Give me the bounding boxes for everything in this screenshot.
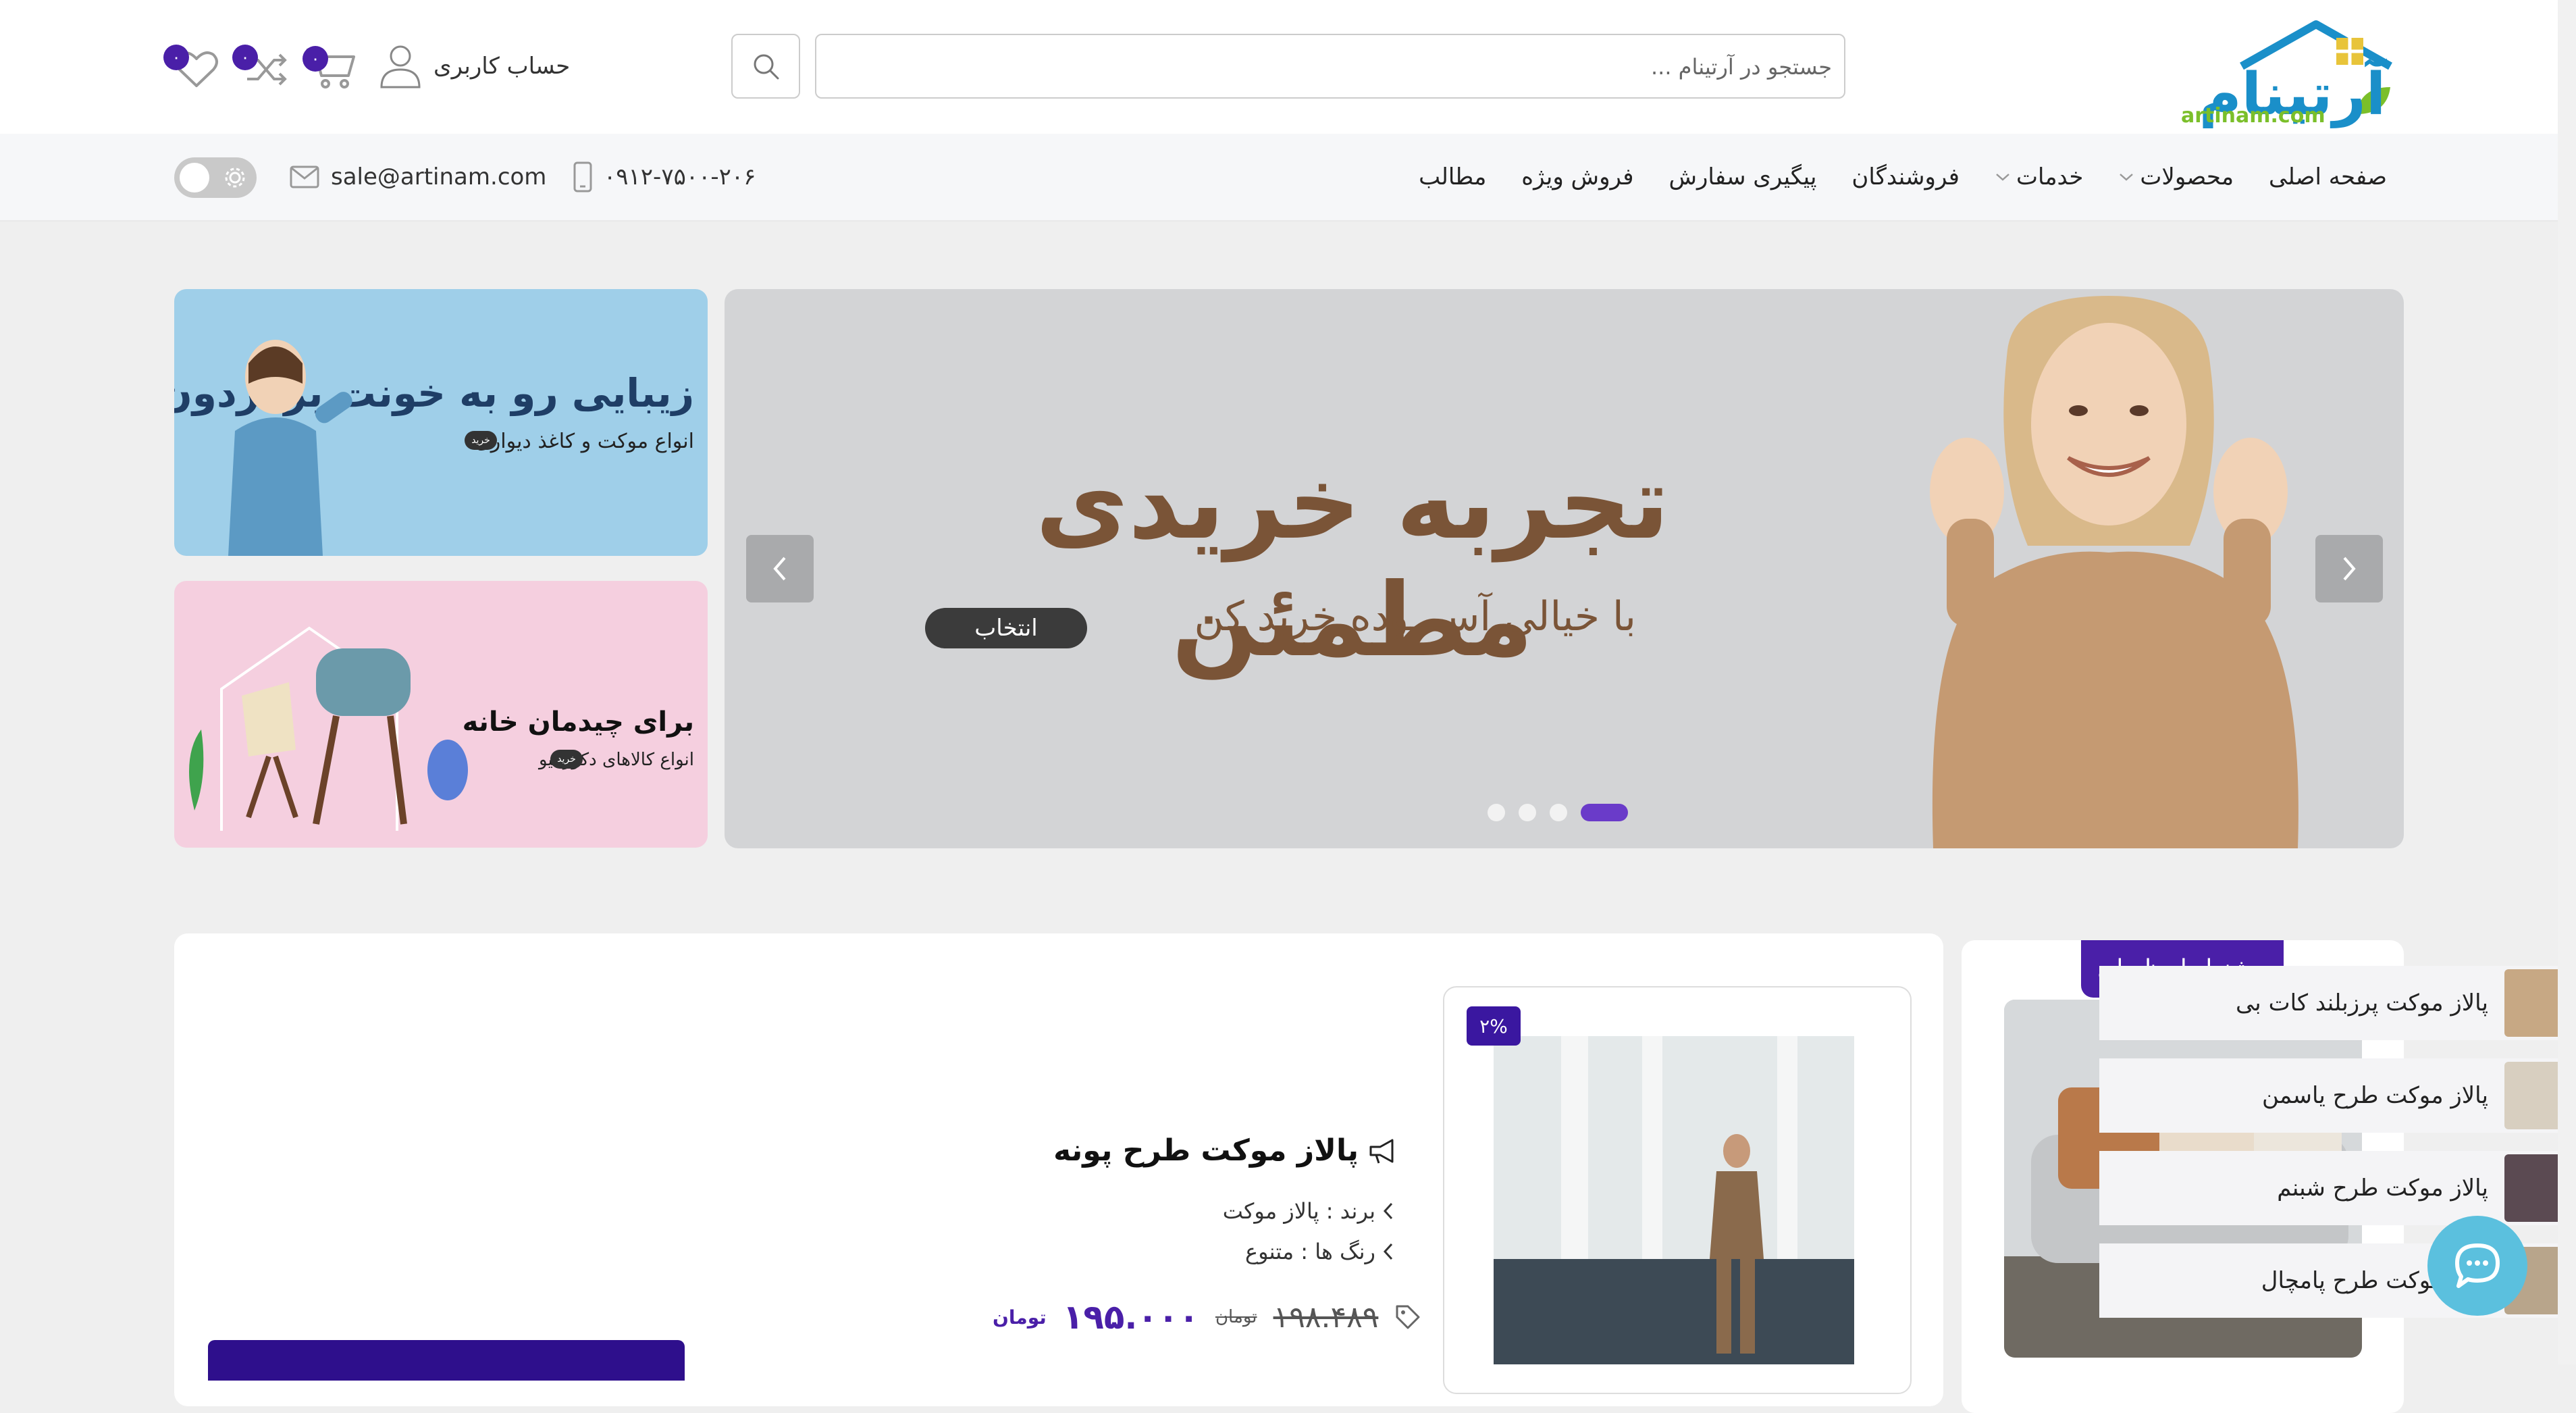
- chat-button[interactable]: [2427, 1216, 2527, 1316]
- megaphone-icon: [1369, 1139, 1394, 1163]
- slider-dot[interactable]: [1550, 804, 1567, 821]
- wishlist-count-badge: ۰: [163, 45, 189, 70]
- list-item-label: پالاز موکت طرح شبنم: [2277, 1175, 2488, 1202]
- list-item-label: پالاز موکت پرزبلند کات بی: [2235, 990, 2488, 1017]
- banner-buy-tag: خرید: [550, 750, 583, 769]
- cart-count-badge: ۰: [303, 46, 328, 72]
- site-logo[interactable]: آرتینام artinam.com: [2181, 19, 2404, 128]
- header: آرتینام artinam.com حساب کاربری ۰: [0, 0, 2576, 134]
- nav-item-label: پیگیری سفارش: [1668, 163, 1817, 190]
- nav-item-products[interactable]: محصولات: [2118, 163, 2234, 190]
- list-item[interactable]: پالاز موکت طرح شبنم: [2099, 1151, 2576, 1225]
- page-scrollbar[interactable]: [2558, 0, 2576, 1364]
- logo-domain: artinam.com: [2181, 104, 2325, 128]
- search-input[interactable]: [831, 35, 1833, 99]
- chevron-right-icon: [2343, 557, 2356, 581]
- nav-item-services[interactable]: خدمات: [1995, 163, 2083, 190]
- mail-icon: [290, 165, 319, 188]
- search-button[interactable]: [731, 34, 800, 99]
- decor-furniture-image: [189, 626, 468, 831]
- search-box: [815, 34, 1845, 99]
- banner-title: برای چیدمان خانه: [462, 706, 694, 738]
- banner-subtitle: انواع موکت و کاغذ دیواری: [475, 430, 694, 453]
- toggle-knob: [180, 163, 209, 192]
- product-title[interactable]: پالاز موکت طرح پونه: [1053, 1133, 1398, 1168]
- nav-item-order-tracking[interactable]: پیگیری سفارش: [1669, 163, 1817, 190]
- nav-item-label: فروش ویژه: [1521, 163, 1634, 190]
- compare-count-badge: ۰: [232, 45, 258, 70]
- nav-item-label: مطالب: [1419, 163, 1487, 190]
- chevron-down-icon: [1996, 174, 2009, 181]
- office-woman-image: [1494, 1036, 1854, 1364]
- list-item-active[interactable]: [208, 1340, 685, 1381]
- slider-dot[interactable]: [1488, 804, 1505, 821]
- price-tag-icon: [1396, 1305, 1420, 1329]
- list-item[interactable]: پالاز موکت پرزبلند کات بی: [2099, 966, 2576, 1040]
- nav-item-label: خدمات: [2016, 163, 2084, 190]
- hero-slider[interactable]: تجربه خریدی مطمئن با خیالی آســـوده خرید…: [725, 289, 2404, 848]
- product-colors-text: رنگ ها : متنوع: [1245, 1239, 1375, 1264]
- phone-number: ۰۹۱۲-۷۵۰۰-۲۰۶: [604, 163, 756, 190]
- mobile-phone-icon: [573, 161, 592, 192]
- banner-wallpaper[interactable]: زیبایی رو به خونت برگردون انواع موکت و ک…: [174, 289, 708, 556]
- contact-phone[interactable]: ۰۹۱۲-۷۵۰۰-۲۰۶: [573, 134, 756, 220]
- account-link[interactable]: حساب کاربری: [378, 41, 570, 92]
- price-current: ۱۹۵.۰۰۰: [1062, 1298, 1199, 1337]
- product-image[interactable]: [1494, 1036, 1854, 1364]
- slider-dots: [1488, 804, 1628, 821]
- nav-menu: صفحه اصلی محصولات خدمات فروشندگان پیگیری…: [1419, 134, 2387, 220]
- main-nav: صفحه اصلی محصولات خدمات فروشندگان پیگیری…: [0, 134, 2576, 222]
- product-brand-text: برند : پالاز موکت: [1222, 1198, 1375, 1224]
- old-price-currency: تومان: [1215, 1307, 1257, 1327]
- slide-subtitle: با خیالی آســـوده خرید کن: [1194, 593, 1637, 640]
- nav-item-label: صفحه اصلی: [2269, 163, 2387, 190]
- nav-item-sellers[interactable]: فروشندگان: [1851, 163, 1960, 190]
- list-item[interactable]: پالاز موکت طرح یاسمن: [2099, 1058, 2576, 1133]
- search-icon: [754, 54, 779, 80]
- nav-item-label: فروشندگان: [1851, 163, 1960, 190]
- discount-badge: ۲%: [1467, 1006, 1521, 1046]
- product-colors: رنگ ها : متنوع: [1245, 1239, 1394, 1264]
- chevron-left-icon: [773, 557, 786, 581]
- nav-item-label: محصولات: [2140, 163, 2234, 190]
- price-currency: تومان: [993, 1306, 1047, 1329]
- account-label: حساب کاربری: [433, 53, 571, 80]
- slider-next-button[interactable]: [2315, 535, 2383, 602]
- email-address: sale@artinam.com: [331, 163, 547, 190]
- contact-email[interactable]: sale@artinam.com: [289, 134, 546, 220]
- user-icon: [380, 45, 421, 88]
- dark-mode-toggle[interactable]: [174, 157, 257, 198]
- slider-dot[interactable]: [1519, 804, 1536, 821]
- chevron-left-icon: [1383, 1202, 1393, 1220]
- woman-pointing-image: [228, 340, 352, 556]
- gear-icon: [225, 168, 245, 188]
- chevron-down-icon: [2120, 174, 2134, 181]
- nav-item-home[interactable]: صفحه اصلی: [2269, 163, 2387, 190]
- smiling-woman-image: [1930, 296, 2298, 848]
- slider-dot-active[interactable]: [1581, 804, 1628, 821]
- nav-item-articles[interactable]: مطالب: [1419, 163, 1486, 190]
- banner-buy-tag: خرید: [465, 431, 497, 450]
- product-brand: برند : پالاز موکت: [1223, 1198, 1394, 1224]
- product-title-text: پالاز موکت طرح پونه: [1053, 1133, 1359, 1168]
- chat-bubble-icon: [2455, 1243, 2500, 1288]
- nav-item-special-sale[interactable]: فروش ویژه: [1521, 163, 1633, 190]
- chevron-left-icon: [1383, 1243, 1393, 1260]
- slide-cta-button[interactable]: انتخاب: [925, 608, 1087, 648]
- product-price-row: تومان ۱۹۵.۰۰۰ تومان ۱۹۸.۴۸۹: [993, 1297, 1421, 1337]
- slider-prev-button[interactable]: [746, 535, 814, 602]
- price-old: ۱۹۸.۴۸۹: [1273, 1300, 1379, 1335]
- list-item-label: پالاز موکت طرح یاسمن: [2261, 1082, 2488, 1109]
- banner-decor[interactable]: برای چیدمان خانه انواع کالاهای دکوراتیو …: [174, 581, 708, 848]
